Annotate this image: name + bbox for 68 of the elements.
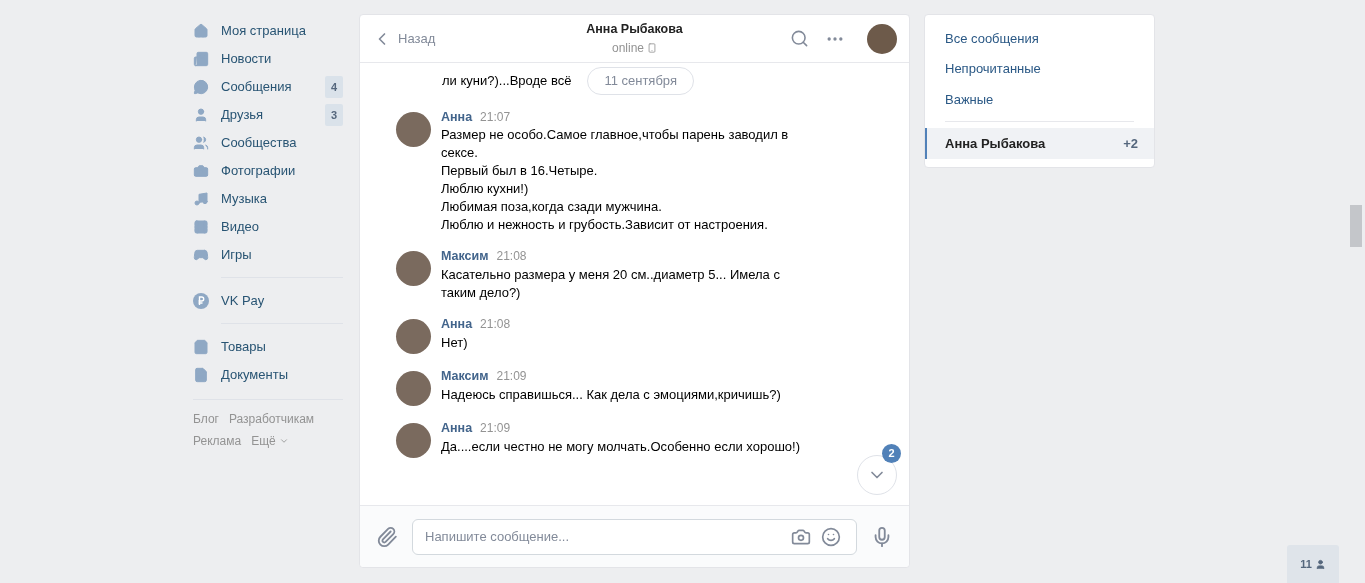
conversation-item[interactable]: Анна Рыбакова +2: [925, 128, 1154, 159]
count-badge: 4: [325, 76, 343, 98]
chevron-down-icon: [278, 436, 289, 446]
ruble-coin-icon: [193, 293, 209, 309]
user-icon: [1314, 558, 1326, 570]
sidebar-item[interactable]: Друзья: [193, 105, 325, 125]
sidebar-item[interactable]: Музыка: [193, 189, 343, 209]
count-badge: 3: [325, 104, 343, 126]
author-name[interactable]: Анна: [441, 419, 473, 438]
newspaper-icon: [193, 51, 209, 67]
author-name[interactable]: Максим: [441, 367, 489, 386]
message-text: ли куни?)...Вроде всё: [442, 72, 572, 90]
author-name[interactable]: Анна: [441, 315, 473, 334]
message-text: Первый был в 16.Четыре.: [441, 162, 599, 181]
sidebar-item[interactable]: Документы: [193, 365, 343, 385]
avatar-photo-placeholder[interactable]: [396, 423, 431, 458]
music-note-icon: [193, 191, 209, 207]
online-status: online: [612, 38, 657, 57]
unread-badge: 2: [882, 444, 901, 463]
sidebar-item[interactable]: Игры: [193, 245, 343, 265]
users-icon: [193, 135, 209, 151]
online-counter[interactable]: 11: [1287, 545, 1339, 583]
back-link[interactable]: Назад: [372, 28, 492, 49]
smile-icon[interactable]: [821, 526, 841, 547]
user-icon: [193, 107, 209, 123]
sidebar-item[interactable]: Сообщества: [193, 133, 343, 153]
document-icon: [193, 367, 209, 383]
message-text: Люблю кухни!): [441, 180, 530, 199]
message-text: Касательно размера у меня 20 см..диаметр 5... Имела с таким дело?): [441, 266, 781, 302]
message-text: Люблю и нежность и грубость.Зависит от настроения.: [441, 216, 769, 235]
message-time: 21:08: [496, 248, 527, 266]
message-time: 21:09: [496, 368, 527, 385]
sidebar-item[interactable]: VK Pay: [193, 291, 343, 311]
avatar-photo-placeholder[interactable]: [396, 319, 431, 354]
filter-link[interactable]: Все сообщения: [925, 23, 1154, 54]
sidebar-item[interactable]: Сообщения: [193, 77, 325, 97]
scroll-down-button[interactable]: [857, 455, 897, 495]
message-time: 21:08: [480, 316, 511, 333]
sidebar-item[interactable]: Видео: [193, 217, 343, 237]
message-time: 21:09: [480, 420, 511, 437]
sidebar-item[interactable]: Товары: [193, 337, 343, 357]
avatar-photo-placeholder[interactable]: [396, 111, 431, 147]
message-text: Нет): [441, 333, 469, 352]
avatar-photo-placeholder[interactable]: [396, 371, 431, 406]
avatar-photo-placeholder[interactable]: [396, 251, 431, 287]
filter-link[interactable]: Важные: [925, 84, 1154, 116]
camera-icon: [193, 163, 209, 179]
avatar-photo-placeholder[interactable]: [867, 23, 897, 54]
speech-bubble-icon: [193, 79, 209, 95]
author-name[interactable]: Анна: [441, 107, 473, 127]
phone-icon: [647, 42, 657, 53]
author-name[interactable]: Максим: [441, 247, 489, 266]
filter-link[interactable]: Непрочитанные: [925, 53, 1154, 85]
sidebar-item[interactable]: Фотографии: [193, 161, 343, 181]
message-text: Размер не особо.Самое главное,чтобы парень заводил в сексе.: [441, 126, 790, 163]
message-input[interactable]: Напишите сообщение...: [412, 518, 857, 555]
sidebar-item[interactable]: Новости: [193, 49, 343, 69]
search-icon[interactable]: [790, 29, 809, 48]
message-text: Любимая поза,когда сзади мужчина.: [441, 198, 663, 217]
home-icon: [193, 23, 209, 39]
gamepad-icon: [193, 247, 209, 263]
chat-title: Анна Рыбакова: [586, 21, 683, 39]
message-time: 21:07: [480, 108, 511, 126]
message-text: Да....если честно не могу молчать.Особенно если хорошо!): [441, 437, 800, 456]
scrollbar-thumb[interactable]: [1350, 205, 1362, 247]
sidebar-item[interactable]: Моя страница: [193, 21, 343, 41]
message-text: Надеюсь справишься... Как дела с эмоциями,кричишь?): [441, 385, 781, 404]
paperclip-icon[interactable]: [376, 525, 398, 548]
